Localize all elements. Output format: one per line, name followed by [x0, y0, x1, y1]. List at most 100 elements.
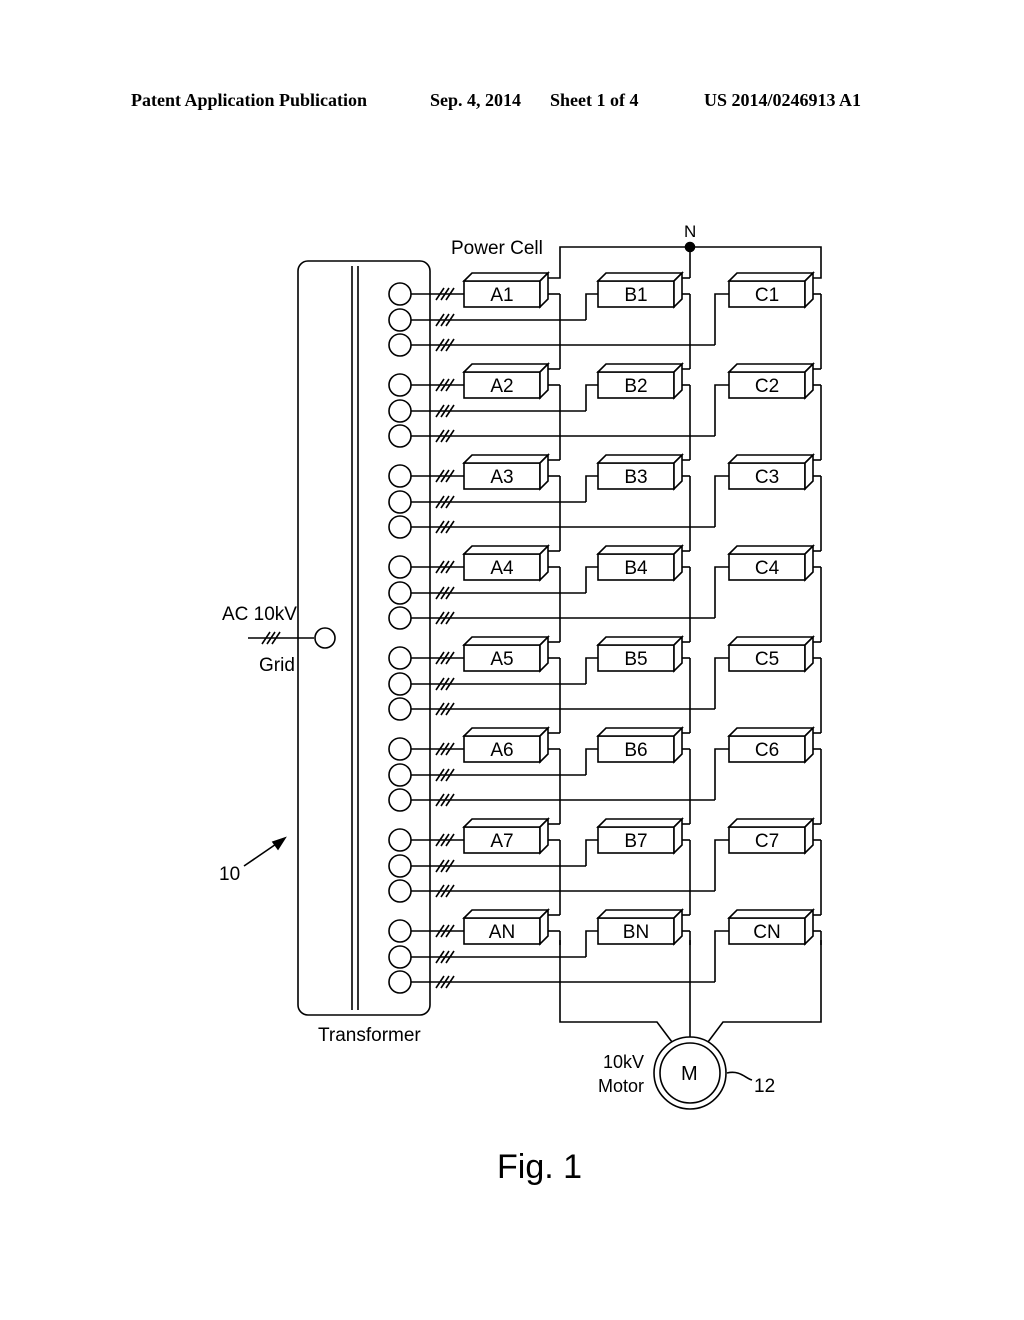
power-cell-label: C2 [755, 376, 779, 397]
secondary-terminal [388, 555, 412, 579]
power-cell-label: A2 [490, 376, 513, 397]
feed-line-riser [585, 930, 598, 957]
power-cell-top [462, 818, 550, 828]
power-cell-label: A7 [490, 831, 513, 852]
power-cell-label: B7 [624, 831, 647, 852]
power-cell-label: BN [623, 922, 649, 943]
power-cell-top [727, 818, 815, 828]
power-cell-top [596, 636, 684, 646]
secondary-terminal [388, 737, 412, 761]
motor-reference-number: 12 [754, 1076, 775, 1097]
feed-line-riser [714, 839, 729, 891]
secondary-terminal [388, 581, 412, 605]
grid-label: Grid [259, 655, 295, 676]
secondary-terminal [388, 606, 412, 630]
power-cell-top [727, 727, 815, 737]
secondary-terminal [388, 373, 412, 397]
power-cell-label: C5 [755, 649, 779, 670]
secondary-terminal [388, 490, 412, 514]
secondary-terminal [388, 282, 412, 306]
power-cell-top [462, 272, 550, 282]
power-cell-top [596, 363, 684, 373]
power-cell-top [596, 909, 684, 919]
power-cell-top [462, 909, 550, 919]
power-cell-label: B6 [624, 740, 647, 761]
feed-line-riser [714, 384, 729, 436]
power-cell-top [462, 545, 550, 555]
feed-line-riser [585, 839, 598, 866]
arrow-head-icon [271, 836, 287, 851]
power-cell-label: C7 [755, 831, 779, 852]
power-cell-label: Power Cell [451, 238, 543, 259]
power-cell-label: A6 [490, 740, 513, 761]
power-cell-top [462, 636, 550, 646]
secondary-terminal [388, 697, 412, 721]
power-cell-label: B3 [624, 467, 647, 488]
power-cell-label: A4 [490, 558, 514, 579]
power-cell-top [727, 363, 815, 373]
phase-c-motor-lead [707, 940, 822, 1043]
power-cell-top [596, 454, 684, 464]
power-cell-top [596, 727, 684, 737]
power-cell-label: C3 [755, 467, 779, 488]
secondary-terminal [388, 672, 412, 696]
power-cell-label: B4 [624, 558, 648, 579]
secondary-terminal [388, 399, 412, 423]
secondary-terminal [388, 970, 412, 994]
feed-line-riser [585, 293, 598, 320]
motor-voltage-label: 10kV [603, 1052, 644, 1072]
feed-line-riser [714, 657, 729, 709]
feed-line-riser [585, 566, 598, 593]
power-cell-top [727, 272, 815, 282]
power-cell-top [462, 454, 550, 464]
feed-line-riser [585, 657, 598, 684]
secondary-terminal [388, 854, 412, 878]
grid-voltage-label: AC 10kV [222, 604, 297, 625]
secondary-terminal [388, 308, 412, 332]
secondary-terminal [388, 763, 412, 787]
secondary-terminal [388, 515, 412, 539]
secondary-terminal [388, 879, 412, 903]
power-cell-top [462, 727, 550, 737]
power-cell-label: C1 [755, 285, 779, 306]
power-cell-label: B1 [624, 285, 647, 306]
grid-input-terminal [314, 627, 336, 649]
power-cell-label: A3 [490, 467, 513, 488]
power-cell-top [596, 545, 684, 555]
secondary-terminal [388, 788, 412, 812]
power-cell-label: C4 [755, 558, 780, 579]
power-cell-label: A5 [490, 649, 513, 670]
power-cell-top [727, 909, 815, 919]
power-cell-label: B5 [624, 649, 647, 670]
power-cell-label: A1 [490, 285, 513, 306]
feed-line-riser [714, 475, 729, 527]
feed-line-riser [714, 748, 729, 800]
power-cell-top [727, 545, 815, 555]
power-cell-top [462, 363, 550, 373]
system-reference-number: 10 [219, 864, 240, 885]
secondary-terminal [388, 333, 412, 357]
phase-a-motor-lead [559, 940, 673, 1043]
neutral-node [684, 241, 696, 253]
power-cell-label: C6 [755, 740, 779, 761]
secondary-terminal [388, 646, 412, 670]
power-cell-top [727, 636, 815, 646]
motor-symbol: M [681, 1063, 698, 1085]
secondary-terminal [388, 828, 412, 852]
feed-line-riser [714, 930, 729, 982]
power-cell-label: AN [489, 922, 515, 943]
feed-line-riser [585, 384, 598, 411]
power-cell-label: B2 [624, 376, 647, 397]
transformer-label: Transformer [318, 1025, 421, 1046]
circuit-diagram: A1 B1 C1 A2 B2 C2 A3 B3 C3 A4 B4 C4 A5 B5 C5 A6 B6 C6 A7 B7… [219, 222, 822, 1110]
power-cell-top [596, 818, 684, 828]
motor-ref-leader [726, 1071, 753, 1081]
neutral-label: N [684, 222, 696, 241]
power-cell-top [596, 272, 684, 282]
feed-line-riser [585, 475, 598, 502]
secondary-terminal [388, 919, 412, 943]
feed-line-riser [585, 748, 598, 775]
secondary-terminal [388, 464, 412, 488]
secondary-terminal [388, 424, 412, 448]
motor-label: Motor [598, 1076, 644, 1096]
